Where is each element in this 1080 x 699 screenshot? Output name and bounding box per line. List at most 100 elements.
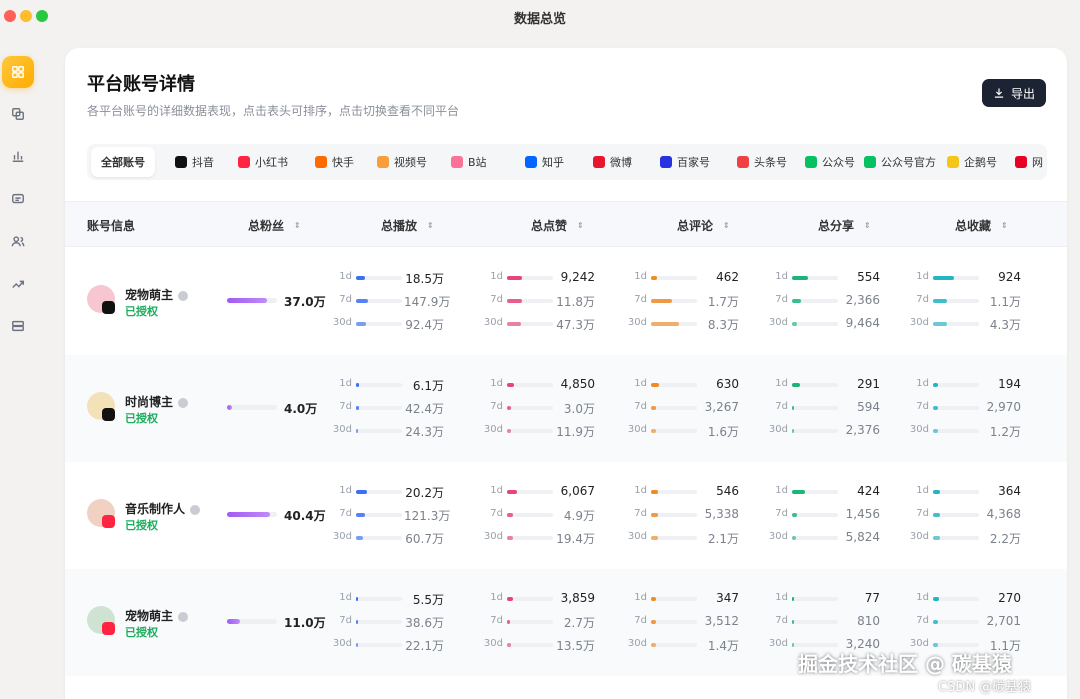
tab-zhihu[interactable]: 知乎 <box>525 147 564 177</box>
like-metric-1d: 1d 4,850 <box>477 377 601 392</box>
like-bar <box>507 490 553 494</box>
comment-bar-fill <box>651 276 657 280</box>
play-metric-7d: 7d 121.3万 <box>326 508 450 523</box>
tab-label: 百家号 <box>677 156 710 169</box>
period-label: 30d <box>909 424 929 435</box>
comment-bar-fill <box>651 513 658 517</box>
period-label: 7d <box>775 294 788 305</box>
table-row[interactable]: 音乐制作人 已授权 40.4万 1d 20.2万 7d 121.3万 30d 60.7万 1d 6,… <box>65 462 1067 569</box>
sort-icon: ⇕ <box>427 220 434 230</box>
collect-bar-fill <box>933 383 938 387</box>
play-value: 92.4万 <box>405 318 444 332</box>
sidebar-item-analytics[interactable] <box>2 140 34 172</box>
tab-toutiao[interactable]: 头条号 <box>737 147 787 177</box>
sidebar-item-users[interactable] <box>2 225 34 257</box>
play-bar <box>356 276 402 280</box>
comment-metric-1d: 1d 546 <box>621 484 745 499</box>
tab-label: 头条号 <box>754 156 787 169</box>
comment-bar <box>651 643 697 647</box>
column-header-account: 账号信息 <box>87 219 136 233</box>
tab-all-accounts[interactable]: 全部账号 <box>91 147 155 177</box>
column-header-fans[interactable]: 总粉丝 ⇕ <box>248 217 301 234</box>
tab-gongzhonghao-official[interactable]: 公众号官方 <box>864 147 936 177</box>
table-row[interactable]: 宠物萌主 已授权 37.0万 1d 18.5万 7d 147.9万 30d 92.4万 1d 9,2… <box>65 248 1067 355</box>
sort-icon: ⇕ <box>294 220 301 230</box>
play-value: 18.5万 <box>405 272 444 286</box>
period-label: 7d <box>490 615 503 626</box>
like-value: 3,859 <box>560 591 595 605</box>
column-header-likes[interactable]: 总点赞 ⇕ <box>531 217 584 234</box>
bar-chart-icon <box>12 151 24 162</box>
like-metric-1d: 1d 9,242 <box>477 270 601 285</box>
column-header-shares[interactable]: 总分享 ⇕ <box>818 217 871 234</box>
period-label: 30d <box>483 531 503 542</box>
column-header-plays[interactable]: 总播放 ⇕ <box>381 217 434 234</box>
share-value: 810 <box>857 614 880 628</box>
like-value: 19.4万 <box>556 532 595 546</box>
sidebar-item-storage[interactable] <box>2 310 34 342</box>
tab-gongzhonghao[interactable]: 公众号 <box>805 147 855 177</box>
sort-icon: ⇕ <box>723 220 730 230</box>
period-label: 30d <box>483 638 503 649</box>
period-label: 30d <box>332 531 352 542</box>
play-bar-fill <box>356 597 359 601</box>
share-bar <box>792 513 838 517</box>
comment-bar-fill <box>651 429 656 433</box>
play-bar <box>356 429 402 433</box>
share-bar-fill <box>792 299 802 303</box>
like-metric-30d: 30d 11.9万 <box>477 424 601 439</box>
play-metric-30d: 30d 60.7万 <box>326 531 450 546</box>
sidebar-item-overview[interactable] <box>2 56 34 88</box>
export-button[interactable]: 导出 <box>982 79 1046 107</box>
comment-bar-fill <box>651 597 656 601</box>
verified-icon <box>178 290 189 301</box>
period-label: 30d <box>332 317 352 328</box>
sidebar-item-trends[interactable] <box>2 268 34 300</box>
tab-bilibili[interactable]: B站 <box>451 147 487 177</box>
tab-weibo[interactable]: 微博 <box>593 147 632 177</box>
table-row[interactable]: 时尚博主 已授权 4.0万 1d 6.1万 7d 42.4万 30d 24.3万 1d 4,850 7… <box>65 355 1067 462</box>
fans-value: 40.4万 <box>284 509 326 523</box>
column-header-collects[interactable]: 总收藏 ⇕ <box>955 217 1008 234</box>
play-value: 42.4万 <box>405 402 444 416</box>
like-bar-fill <box>507 276 523 280</box>
collect-bar-fill <box>933 513 941 517</box>
play-bar <box>356 513 402 517</box>
fans-value: 4.0万 <box>284 402 318 416</box>
period-label: 30d <box>768 638 788 649</box>
tab-baijiahao[interactable]: 百家号 <box>660 147 710 177</box>
account-name: 宠物萌主 <box>125 607 189 624</box>
xiaohongshu-icon <box>102 515 115 528</box>
tab-label: 抖音 <box>192 156 214 169</box>
tab-qiehao[interactable]: 企鹅号 <box>947 147 997 177</box>
like-bar <box>507 299 553 303</box>
tab-netease[interactable]: 网 <box>1015 147 1043 177</box>
tab-label: 企鹅号 <box>964 156 997 169</box>
tab-kuaishou[interactable]: 快手 <box>315 147 354 177</box>
collect-metric-1d: 1d 270 <box>903 591 1027 606</box>
play-bar-fill <box>356 643 359 647</box>
period-label: 1d <box>490 378 503 389</box>
database-icon <box>12 320 24 332</box>
tab-xiaohongshu[interactable]: 小红书 <box>238 147 288 177</box>
users-icon <box>11 236 25 247</box>
share-metric-1d: 1d 77 <box>762 591 886 606</box>
tab-douyin[interactable]: 抖音 <box>175 147 214 177</box>
period-label: 1d <box>916 592 929 603</box>
play-bar <box>356 536 402 540</box>
watermark-juejin: 掘金技术社区 @ 碳基猿 <box>798 652 1012 676</box>
play-bar-fill <box>356 276 366 280</box>
sort-icon: ⇕ <box>577 220 584 230</box>
period-label: 1d <box>775 271 788 282</box>
like-bar-fill <box>507 406 511 410</box>
column-header-comments[interactable]: 总评论 ⇕ <box>677 217 730 234</box>
comment-bar-fill <box>651 299 672 303</box>
share-metric-7d: 7d 1,456 <box>762 507 886 522</box>
play-value: 22.1万 <box>405 639 444 653</box>
sidebar-item-messages[interactable] <box>2 183 34 215</box>
period-label: 7d <box>634 294 647 305</box>
collect-metric-7d: 7d 4,368 <box>903 507 1027 522</box>
collect-metric-30d: 30d 1.2万 <box>903 424 1027 439</box>
tab-shipinhao[interactable]: 视频号 <box>377 147 427 177</box>
sidebar-item-content[interactable] <box>2 98 34 130</box>
